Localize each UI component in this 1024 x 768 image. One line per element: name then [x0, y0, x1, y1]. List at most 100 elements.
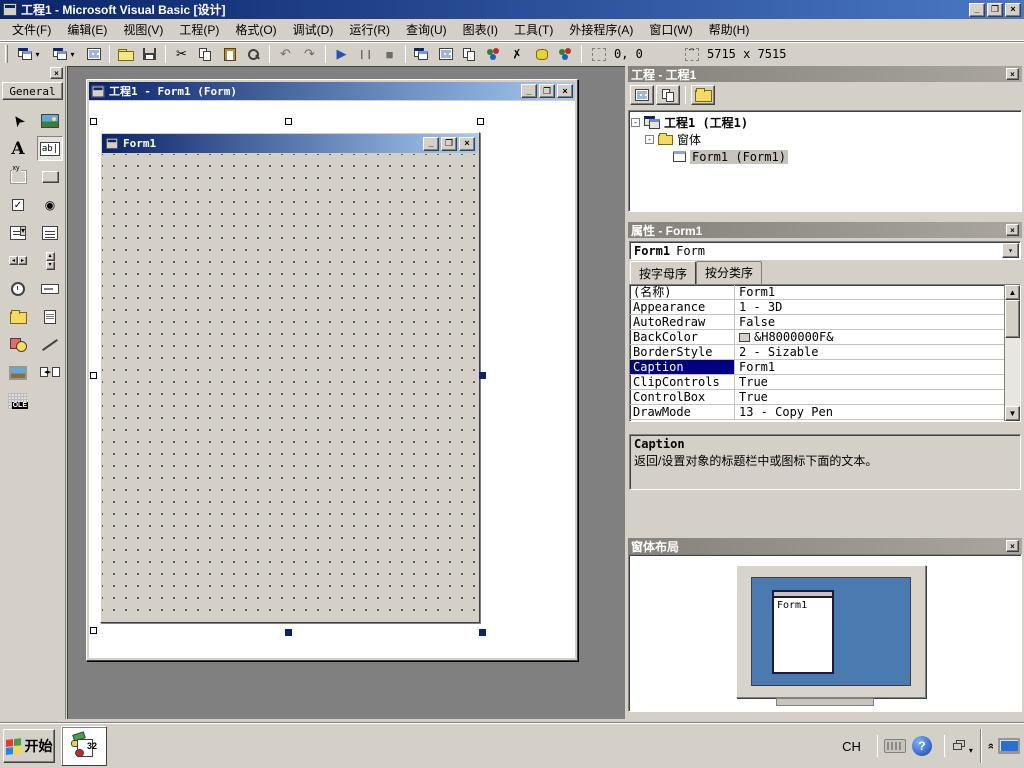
form-layout-button[interactable]	[458, 43, 481, 65]
project-explorer-button[interactable]	[410, 43, 433, 65]
scroll-up-icon[interactable]: ▲	[1005, 285, 1020, 300]
show-hidden-icons-chevron[interactable]: »	[985, 743, 997, 749]
form-layout-close-icon[interactable]: ×	[1006, 540, 1019, 552]
add-form-button[interactable]: ▾	[47, 43, 81, 65]
project-explorer-close-icon[interactable]: ×	[1006, 68, 1019, 80]
designer-maximize-button[interactable]: ❐	[539, 84, 555, 98]
tool-vscrollbar[interactable]: ▴ ▾	[37, 248, 63, 273]
tool-pointer[interactable]: ➤	[5, 108, 31, 133]
property-row[interactable]: ControlBox True	[630, 390, 1004, 405]
tool-drivelistbox[interactable]	[37, 276, 63, 301]
tool-shape[interactable]	[5, 332, 31, 357]
menu-file[interactable]: 文件(F)	[4, 18, 59, 41]
properties-titlebar[interactable]: 属性 - Form1 ×	[628, 222, 1022, 238]
menu-help[interactable]: 帮助(H)	[701, 18, 758, 41]
object-combobox[interactable]: Form1 Form ▾	[629, 241, 1021, 260]
data-view-button[interactable]	[530, 43, 553, 65]
menu-query[interactable]: 查询(U)	[398, 18, 455, 41]
view-object-button[interactable]	[656, 85, 680, 105]
tree-item-project[interactable]: - 工程1 (工程1)	[631, 114, 1019, 131]
scroll-down-icon[interactable]: ▼	[1005, 406, 1020, 421]
stop-button[interactable]: ■	[378, 43, 401, 65]
toolbox-tab-general[interactable]: General	[2, 82, 63, 100]
toolbar-grip[interactable]	[5, 45, 8, 63]
paste-button[interactable]	[218, 43, 241, 65]
property-row[interactable]: (名称) Form1	[630, 285, 1004, 300]
combo-dropdown-icon[interactable]: ▾	[1002, 243, 1019, 258]
tool-label[interactable]: A	[5, 136, 31, 161]
resize-handle-bottom-right[interactable]	[479, 629, 486, 636]
undo-button[interactable]: ↶	[274, 43, 297, 65]
toggle-folders-button[interactable]	[691, 85, 715, 105]
view-code-button[interactable]	[630, 85, 654, 105]
tree-item-forms-folder[interactable]: - 窗体	[631, 131, 1019, 148]
tool-frame[interactable]	[5, 164, 31, 189]
tool-dirlistbox[interactable]	[5, 304, 31, 329]
menu-editor-button[interactable]	[82, 43, 105, 65]
designer-close-button[interactable]: ×	[557, 84, 573, 98]
menu-window[interactable]: 窗口(W)	[641, 18, 700, 41]
cut-button[interactable]: ✂	[170, 43, 193, 65]
property-row[interactable]: Appearance 1 - 3D	[630, 300, 1004, 315]
designer-minimize-button[interactable]: _	[521, 84, 537, 98]
tool-line[interactable]	[37, 332, 63, 357]
menu-diagram[interactable]: 图表(I)	[455, 18, 506, 41]
tool-hscrollbar[interactable]: ◂ ▸	[5, 248, 31, 273]
taskbar-item-vb[interactable]: 32	[61, 726, 107, 766]
tool-timer[interactable]	[5, 276, 31, 301]
dropdown-caret-icon[interactable]: ▾	[35, 50, 39, 59]
property-row-caption-selected[interactable]: Caption Form1	[630, 360, 1004, 375]
open-project-button[interactable]	[114, 43, 137, 65]
menu-project[interactable]: 工程(P)	[171, 18, 227, 41]
resize-handle-mid-right[interactable]	[479, 372, 486, 379]
redo-button[interactable]: ↷	[298, 43, 321, 65]
menu-edit[interactable]: 编辑(E)	[59, 18, 115, 41]
property-row[interactable]: BorderStyle 2 - Sizable	[630, 345, 1004, 360]
collapse-icon[interactable]: -	[631, 118, 640, 127]
menu-run[interactable]: 运行(R)	[341, 18, 398, 41]
tool-textbox[interactable]: ab|	[37, 136, 63, 161]
component-manager-button[interactable]	[554, 43, 577, 65]
minimize-button[interactable]: _	[969, 2, 985, 17]
ime-language-indicator[interactable]: CH	[842, 739, 861, 754]
form1-grid-surface[interactable]	[102, 154, 478, 621]
tool-filelistbox[interactable]	[37, 304, 63, 329]
tool-image[interactable]	[5, 360, 31, 385]
start-button[interactable]: 开始	[3, 729, 55, 763]
toolbox-button[interactable]: ✗	[506, 43, 529, 65]
add-project-button[interactable]: ▾	[12, 43, 46, 65]
menu-debug[interactable]: 调试(D)	[285, 18, 342, 41]
menu-format[interactable]: 格式(O)	[227, 18, 284, 41]
tab-alphabetic[interactable]: 按字母序	[630, 261, 697, 285]
ime-options-caret-icon[interactable]: ▾	[969, 746, 973, 755]
object-browser-button[interactable]	[482, 43, 505, 65]
menu-tools[interactable]: 工具(T)	[506, 18, 561, 41]
tree-item-form1[interactable]: Form1 (Form1)	[631, 148, 1019, 165]
tool-ole[interactable]: OLE	[5, 388, 31, 413]
keyboard-icon[interactable]	[883, 739, 906, 753]
property-row[interactable]: AutoRedraw False	[630, 315, 1004, 330]
tool-commandbutton[interactable]	[37, 164, 63, 189]
tab-categorized[interactable]: 按分类序	[696, 261, 763, 284]
toolbox-close-icon[interactable]: ×	[50, 67, 63, 79]
tool-data[interactable]	[37, 360, 63, 385]
menu-view[interactable]: 视图(V)	[115, 18, 171, 41]
tool-combobox[interactable]	[5, 220, 31, 245]
designer-titlebar[interactable]: 工程1 - Form1 (Form) _ ❐ ×	[89, 82, 575, 100]
find-button[interactable]	[242, 43, 265, 65]
properties-close-icon[interactable]: ×	[1006, 224, 1019, 236]
form-position-preview[interactable]: Form1	[772, 590, 834, 674]
tool-optionbutton[interactable]: ◉	[37, 192, 63, 217]
collapse-icon[interactable]: -	[645, 135, 654, 144]
property-row[interactable]: DrawMode 13 - Copy Pen	[630, 405, 1004, 420]
property-row[interactable]: ClipControls True	[630, 375, 1004, 390]
resize-handle-bottom-center[interactable]	[285, 629, 292, 636]
dropdown-caret-icon[interactable]: ▾	[70, 50, 74, 59]
copy-button[interactable]	[194, 43, 217, 65]
pause-button[interactable]: ❙❙	[354, 43, 377, 65]
properties-scrollbar[interactable]: ▲ ▼	[1004, 285, 1020, 421]
tool-picturebox[interactable]	[37, 108, 63, 133]
project-explorer-titlebar[interactable]: 工程 - 工程1 ×	[628, 66, 1022, 82]
form1-design-window[interactable]: Form1 _ ❐ ×	[100, 132, 480, 623]
tool-checkbox[interactable]: ✓	[5, 192, 31, 217]
